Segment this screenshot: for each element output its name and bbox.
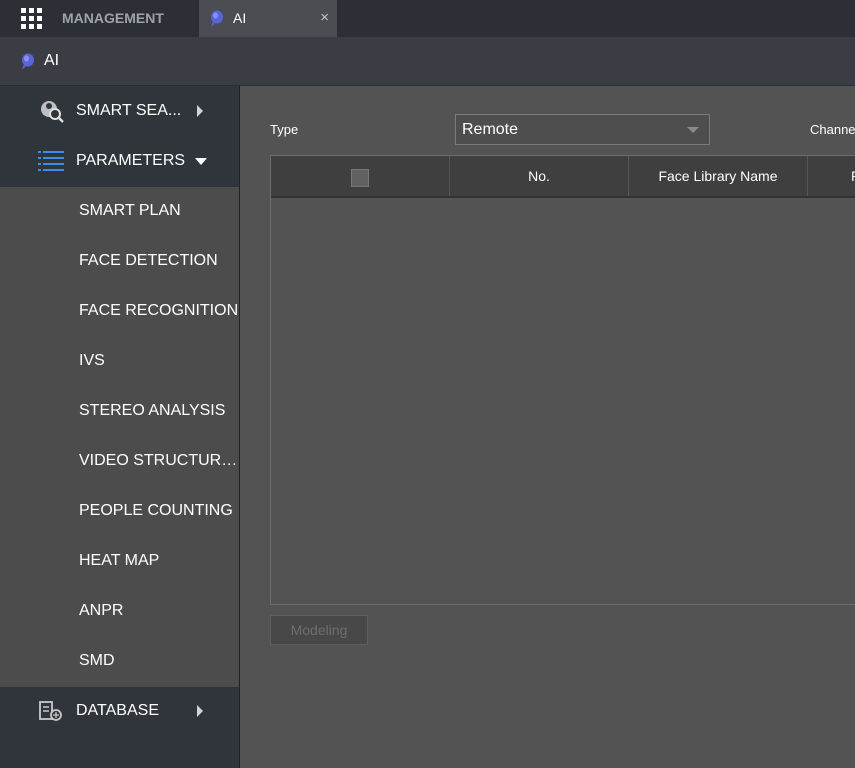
tab-ai[interactable]: AI × [199,0,337,37]
app-grid-icon[interactable] [21,8,42,29]
select-all-header [271,156,450,196]
sidebar-item-parameters[interactable]: PARAMETERS [0,136,239,186]
submenu-item-label: VIDEO STRUCTURING [79,452,239,469]
select-all-checkbox[interactable] [351,169,369,187]
submenu-item-label: FACE RECOGNITION [79,302,239,319]
tab-ai-label: AI [233,10,247,26]
column-header-face-library-name[interactable]: Face Library Name [629,156,808,196]
sidebar-item-face-recognition[interactable]: FACE RECOGNITION [0,287,239,337]
modeling-button[interactable]: Modeling [270,615,368,645]
submenu-item-label: SMD [79,652,115,669]
main-content: Type Remote Channel No. Face Library Nam… [240,86,855,768]
ai-brain-icon [22,53,34,70]
sidebar-item-smart-search[interactable]: SMART SEA... [0,86,239,136]
face-library-table: No. Face Library Name P [270,155,855,605]
page-title: AI [44,52,60,69]
sidebar-item-heat-map[interactable]: HEAT MAP [0,537,239,587]
submenu-item-label: SMART PLAN [79,202,181,219]
submenu-item-label: HEAT MAP [79,552,160,569]
submenu-item-label: FACE DETECTION [79,252,218,269]
sidebar-item-anpr[interactable]: ANPR [0,587,239,637]
top-tab-bar: MANAGEMENT AI × [0,0,855,37]
chevron-right-icon [197,105,203,117]
list-icon [38,151,64,171]
submenu-item-label: PEOPLE COUNTING [79,502,233,519]
submenu-item-label: STEREO ANALYSIS [79,402,226,419]
sidebar-item-label: PARAMETERS [76,152,186,169]
sidebar-item-face-detection[interactable]: FACE DETECTION [0,237,239,287]
database-icon [39,701,62,721]
channel-label: Channel [810,122,855,137]
column-header-p[interactable]: P [808,156,855,196]
sidebar-item-video-structuring[interactable]: VIDEO STRUCTURING [0,437,239,487]
chevron-right-icon [197,705,203,717]
type-select-value: Remote [462,121,519,138]
sidebar-item-ivs[interactable]: IVS [0,337,239,387]
smart-search-icon [41,101,64,123]
chevron-down-icon [687,127,699,133]
table-header: No. Face Library Name P [271,156,855,198]
sidebar-item-database[interactable]: DATABASE [0,686,239,736]
type-select[interactable]: Remote [455,114,710,145]
sidebar-item-label: DATABASE [76,702,159,719]
sidebar-item-smd[interactable]: SMD [0,637,239,687]
ai-brain-icon [211,10,223,27]
page-header: AI [0,37,855,86]
parameters-submenu: SMART PLAN FACE DETECTION FACE RECOGNITI… [0,187,239,687]
sidebar-item-label: SMART SEA... [76,102,182,119]
sidebar-item-smart-plan[interactable]: SMART PLAN [0,187,239,237]
type-label: Type [270,122,299,137]
tab-management[interactable]: MANAGEMENT [62,0,164,37]
sidebar: SMART SEA... PARAMETERS SMART PLAN FACE … [0,86,240,768]
sidebar-item-stereo-analysis[interactable]: STEREO ANALYSIS [0,387,239,437]
sidebar-item-people-counting[interactable]: PEOPLE COUNTING [0,487,239,537]
chevron-down-icon [195,158,207,165]
submenu-item-label: ANPR [79,602,124,619]
close-icon[interactable]: × [320,0,329,36]
submenu-item-label: IVS [79,352,105,369]
column-header-no[interactable]: No. [450,156,629,196]
